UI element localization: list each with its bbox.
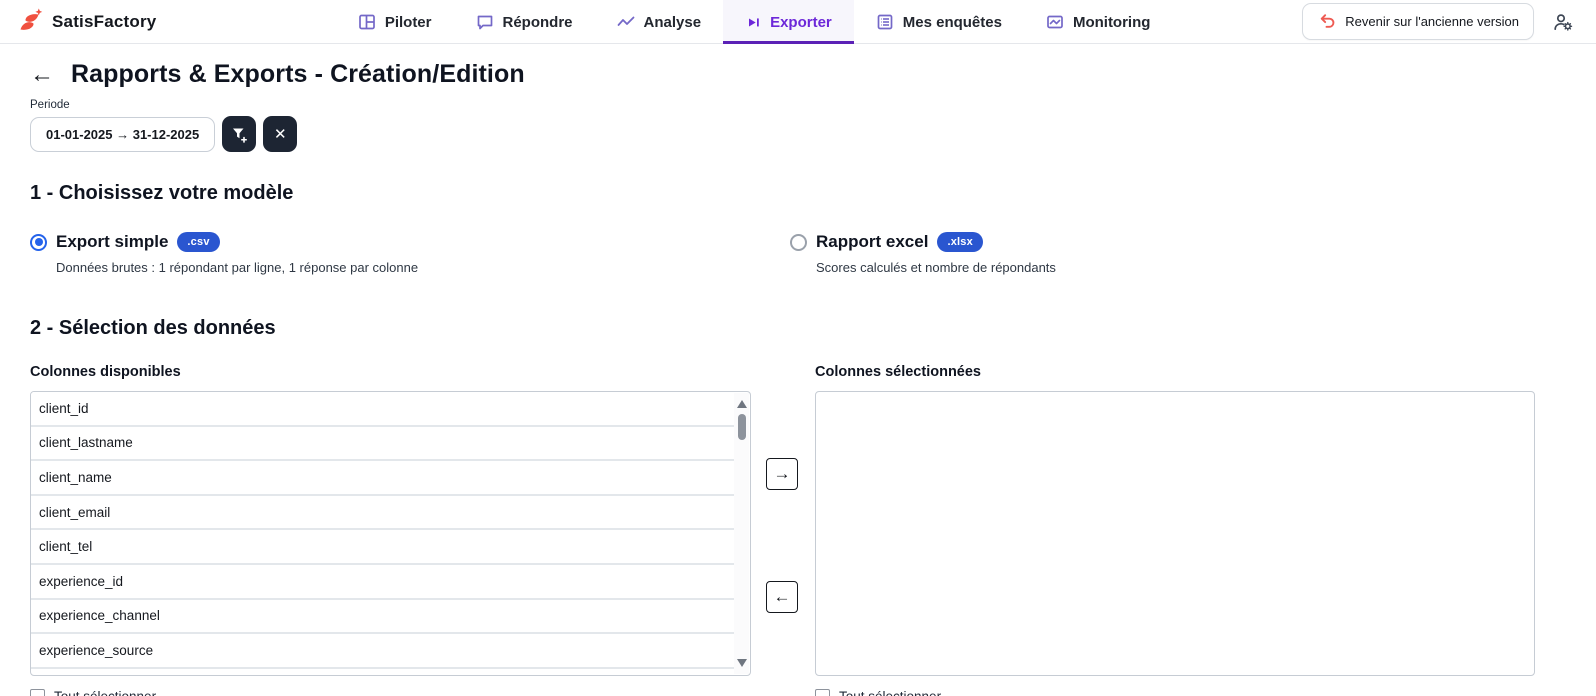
brand-logo-icon xyxy=(16,8,43,35)
selected-select-all[interactable]: Tout sélectionner xyxy=(815,689,1535,696)
date-range-input[interactable]: 01-01-2025 → 31-12-2025 xyxy=(30,117,215,152)
select-all-label: Tout sélectionner xyxy=(54,689,156,696)
nav-label: Mes enquêtes xyxy=(903,14,1002,31)
revert-old-version-button[interactable]: Revenir sur l'ancienne version xyxy=(1302,3,1534,40)
nav-item-mes-enquetes[interactable]: Mes enquêtes xyxy=(854,0,1024,44)
user-settings-icon[interactable] xyxy=(1552,11,1574,33)
periode-label: Periode xyxy=(30,99,1566,111)
list-item[interactable]: client_tel xyxy=(31,530,734,565)
option-label[interactable]: Rapport excel xyxy=(816,232,928,252)
close-icon: ✕ xyxy=(274,127,287,142)
available-columns-label: Colonnes disponibles xyxy=(30,364,751,380)
trend-icon xyxy=(617,13,635,31)
nav-item-repondre[interactable]: Répondre xyxy=(454,0,595,44)
brand: SatisFactory xyxy=(16,8,206,35)
chat-icon xyxy=(476,13,494,31)
list-item[interactable]: experience_source xyxy=(31,634,734,669)
main-content: ← Rapports & Exports - Création/Edition … xyxy=(0,60,1596,696)
brand-name: SatisFactory xyxy=(52,12,156,32)
available-select-all[interactable]: Tout sélectionner xyxy=(30,689,751,696)
nav-item-exporter[interactable]: Exporter xyxy=(723,0,854,44)
top-navigation-bar: SatisFactory Piloter Répondre Analyse xyxy=(0,0,1596,44)
dashboard-icon xyxy=(358,13,376,31)
survey-list-icon xyxy=(876,13,894,31)
clear-filter-button[interactable]: ✕ xyxy=(263,116,297,152)
nav-label: Monitoring xyxy=(1073,14,1150,31)
xlsx-badge: .xlsx xyxy=(937,232,982,252)
monitor-icon xyxy=(1046,13,1064,31)
move-left-button[interactable]: ← xyxy=(766,581,798,613)
list-item[interactable]: experience_id xyxy=(31,565,734,600)
selected-select-all-checkbox[interactable] xyxy=(815,689,830,696)
nav-label: Exporter xyxy=(770,14,832,31)
undo-icon xyxy=(1317,12,1336,31)
option-label[interactable]: Export simple xyxy=(56,232,168,252)
section-1-title: 1 - Choisissez votre modèle xyxy=(30,182,1566,205)
section-2-title: 2 - Sélection des données xyxy=(30,317,1566,340)
nav-item-monitoring[interactable]: Monitoring xyxy=(1024,0,1172,44)
revert-button-label: Revenir sur l'ancienne version xyxy=(1345,14,1519,29)
back-button[interactable]: ← xyxy=(30,63,54,87)
select-all-label: Tout sélectionner xyxy=(839,689,941,696)
nav-label: Analyse xyxy=(644,14,702,31)
scrollbar-thumb[interactable] xyxy=(738,414,746,440)
available-select-all-checkbox[interactable] xyxy=(30,689,45,696)
nav-item-piloter[interactable]: Piloter xyxy=(336,0,454,44)
transfer-controls: → ← xyxy=(751,364,815,696)
scrollbar[interactable] xyxy=(734,393,749,674)
option-export-simple: Export simple .csv Données brutes : 1 ré… xyxy=(30,232,790,275)
radio-rapport-excel[interactable] xyxy=(790,234,807,251)
nav-label: Piloter xyxy=(385,14,432,31)
list-item[interactable]: experience_channel xyxy=(31,600,734,635)
available-columns-panel: Colonnes disponibles client_id client_la… xyxy=(30,364,751,696)
scrollbar-down-arrow[interactable] xyxy=(734,656,749,670)
nav-label: Répondre xyxy=(503,14,573,31)
list-item[interactable]: client_id xyxy=(31,392,734,427)
option-rapport-excel: Rapport excel .xlsx Scores calculés et n… xyxy=(790,232,1550,275)
list-item[interactable]: client_name xyxy=(31,461,734,496)
nav-item-analyse[interactable]: Analyse xyxy=(595,0,724,44)
option-description: Scores calculés et nombre de répondants xyxy=(816,260,1550,275)
available-columns-list: client_id client_lastname client_name cl… xyxy=(30,391,751,676)
page-title: Rapports & Exports - Création/Edition xyxy=(71,60,525,89)
option-description: Données brutes : 1 répondant par ligne, … xyxy=(56,260,790,275)
selected-columns-list xyxy=(815,391,1535,676)
csv-badge: .csv xyxy=(177,232,219,252)
filter-plus-icon xyxy=(230,125,249,144)
main-nav: Piloter Répondre Analyse Exporter xyxy=(336,0,1173,43)
list-item[interactable]: client_email xyxy=(31,496,734,531)
list-item[interactable]: client_lastname xyxy=(31,427,734,462)
selected-columns-panel: Colonnes sélectionnées Tout sélectionner xyxy=(815,364,1535,696)
export-icon xyxy=(745,14,761,30)
scrollbar-up-arrow[interactable] xyxy=(734,397,749,411)
selected-columns-label: Colonnes sélectionnées xyxy=(815,364,1535,380)
move-right-button[interactable]: → xyxy=(766,458,798,490)
add-filter-button[interactable] xyxy=(222,116,256,152)
radio-export-simple[interactable] xyxy=(30,234,47,251)
